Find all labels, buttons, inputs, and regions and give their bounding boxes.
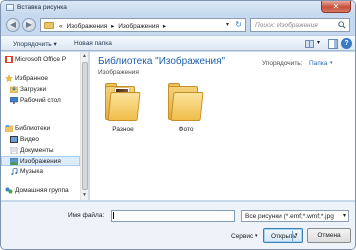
back-button[interactable]: ◀ (6, 18, 20, 32)
nav-item-label: Документы (20, 147, 54, 154)
arrange-by-label: Упорядочить: (262, 60, 303, 67)
nav-scrollbar[interactable]: ▲ ▼ (80, 52, 88, 200)
nav-item-label: Избранное (15, 75, 48, 82)
window-icon (6, 4, 14, 11)
video-icon (10, 136, 18, 143)
breadcrumb-separator[interactable]: ▸ (163, 23, 166, 30)
nav-item-documents[interactable]: Документы (1, 146, 80, 156)
address-bar[interactable]: « Изображения ▸ Изображения ▸ ▾ ↻ (40, 18, 246, 32)
office-icon (5, 56, 13, 63)
star-icon (5, 75, 13, 82)
folder-front (107, 92, 141, 121)
title-bar: Вставка рисунка ✕ (1, 1, 355, 15)
close-button[interactable]: ✕ (321, 1, 351, 13)
nav-item-label: Загрузки (20, 86, 47, 93)
arrange-by-dropdown[interactable]: Папка (309, 60, 327, 67)
preview-pane-icon[interactable] (328, 39, 338, 49)
insert-picture-dialog: Вставка рисунка ✕ ◀ ▶ « Изображения ▸ Из… (0, 0, 356, 250)
scroll-thumb[interactable] (82, 62, 88, 190)
chevron-down-icon[interactable]: ▾ (295, 232, 298, 238)
desktop-icon (10, 97, 18, 104)
downloads-icon (10, 86, 18, 93)
nav-item-label: Библиотеки (15, 125, 51, 132)
documents-icon (10, 147, 18, 154)
nav-item-label: Видео (20, 136, 39, 143)
nav-item-label: Музыка (20, 168, 43, 175)
refresh-icon[interactable]: ↻ (235, 20, 242, 29)
nav-item-homegroup[interactable]: Домашняя группа (1, 186, 80, 196)
chevron-down-icon[interactable]: ▾ (255, 233, 258, 239)
organize-button[interactable]: Упорядочить ▾ (13, 40, 57, 48)
breadcrumb-overflow[interactable]: « (59, 23, 63, 30)
search-box[interactable]: Поиск: Изображения (250, 18, 350, 32)
pictures-icon (10, 158, 18, 165)
search-icon[interactable] (338, 21, 346, 29)
scroll-up-icon[interactable]: ▲ (82, 53, 87, 59)
folder-front (170, 92, 204, 121)
filename-label: Имя файла: (68, 212, 105, 219)
music-icon (11, 168, 18, 175)
search-input[interactable]: Поиск: Изображения (255, 22, 318, 29)
nav-item-label: Microsoft Office P (15, 56, 67, 63)
nav-item-video[interactable]: Видео (1, 135, 80, 145)
folder-item-misc[interactable]: Разное (103, 82, 143, 142)
folder-item-photo[interactable]: Фото (166, 82, 206, 142)
chevron-down-icon[interactable]: ▾ (330, 60, 333, 66)
window-title: Вставка рисунка (17, 4, 67, 11)
address-bar-row: ◀ ▶ « Изображения ▸ Изображения ▸ ▾ ↻ По… (1, 15, 355, 35)
nav-item-label: Домашняя группа (15, 187, 69, 194)
forward-button[interactable]: ▶ (22, 18, 36, 32)
tools-button[interactable]: Сервис (231, 233, 253, 240)
nav-item-pictures[interactable]: Изображения (1, 156, 80, 166)
filetype-select[interactable]: Все рисунки (*.emf;*.wmf;*.jpg ▾ (241, 210, 349, 222)
text-cursor (113, 212, 114, 219)
scroll-down-icon[interactable]: ▼ (82, 192, 87, 198)
command-bar: Упорядочить ▾ Новая папка ▾ ? (1, 35, 355, 51)
filetype-value: Все рисунки (*.emf;*.wmf;*.jpg (245, 213, 334, 220)
chevron-down-icon: ▾ (342, 213, 346, 219)
nav-item-libraries[interactable]: Библиотеки (1, 124, 80, 134)
navigation-pane: Microsoft Office P Избранное Загрузки Ра… (1, 52, 89, 200)
open-button[interactable]: Открыть ▾ (263, 228, 303, 243)
nav-item-office[interactable]: Microsoft Office P (1, 55, 80, 65)
address-history-dropdown[interactable]: ▾ (226, 21, 229, 28)
nav-item-music[interactable]: Музыка (1, 167, 80, 177)
libraries-icon (5, 125, 13, 132)
nav-item-favorites[interactable]: Избранное (1, 74, 80, 84)
breadcrumb-item-pictures[interactable]: Изображения (118, 23, 159, 30)
new-folder-button[interactable]: Новая папка (74, 40, 112, 47)
file-controls: Имя файла: Все рисунки (*.emf;*.wmf;*.jp… (1, 201, 355, 249)
chevron-down-icon: ▾ (317, 40, 321, 46)
view-icon (305, 40, 314, 48)
split-divider (292, 231, 293, 241)
help-icon[interactable]: ? (341, 38, 352, 49)
change-view-button[interactable]: ▾ (303, 39, 325, 49)
nav-item-label: Изображения (20, 158, 61, 165)
folder-label: Разное (112, 126, 134, 133)
library-title: Библиотека "Изображения" (98, 56, 226, 67)
breadcrumb-separator[interactable]: ▸ (111, 23, 114, 30)
nav-item-label: Рабочий стол (20, 97, 61, 104)
nav-item-desktop[interactable]: Рабочий стол (1, 96, 80, 106)
breadcrumb-item-libraries[interactable]: Изображения (66, 23, 107, 30)
nav-item-downloads[interactable]: Загрузки (1, 85, 80, 95)
library-subtitle: Изображения (98, 69, 139, 76)
folder-label: Фото (178, 126, 194, 133)
breadcrumb: « Изображения ▸ Изображения ▸ (59, 22, 168, 30)
content-pane: Библиотека "Изображения" Изображения Упо… (90, 52, 355, 200)
homegroup-icon (5, 187, 13, 194)
cancel-button[interactable]: Отмена (307, 228, 351, 243)
filename-input[interactable] (111, 210, 235, 222)
folder-icon (44, 22, 54, 29)
